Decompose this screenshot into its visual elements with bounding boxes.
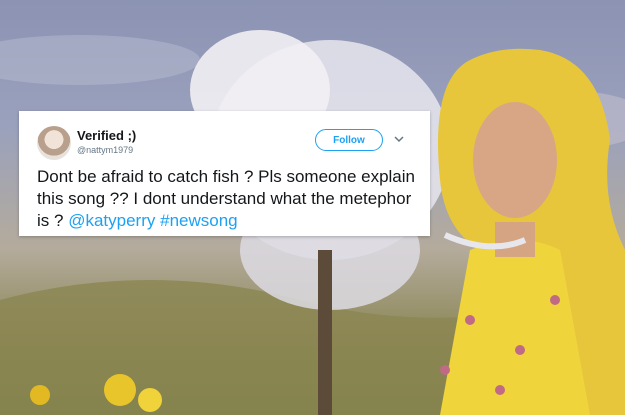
display-name[interactable]: Verified ;) <box>77 128 136 143</box>
mention-link[interactable]: @katyperry <box>68 211 155 230</box>
user-handle[interactable]: @nattym1979 <box>77 145 133 155</box>
tweet-text: Dont be afraid to catch fish ? Pls someo… <box>37 166 422 232</box>
avatar[interactable] <box>37 126 71 160</box>
tweet-card: Verified ;) @nattym1979 Follow Dont be a… <box>19 111 430 236</box>
chevron-down-icon[interactable] <box>393 133 405 145</box>
follow-button[interactable]: Follow <box>315 129 383 151</box>
hashtag-link[interactable]: #newsong <box>160 211 238 230</box>
